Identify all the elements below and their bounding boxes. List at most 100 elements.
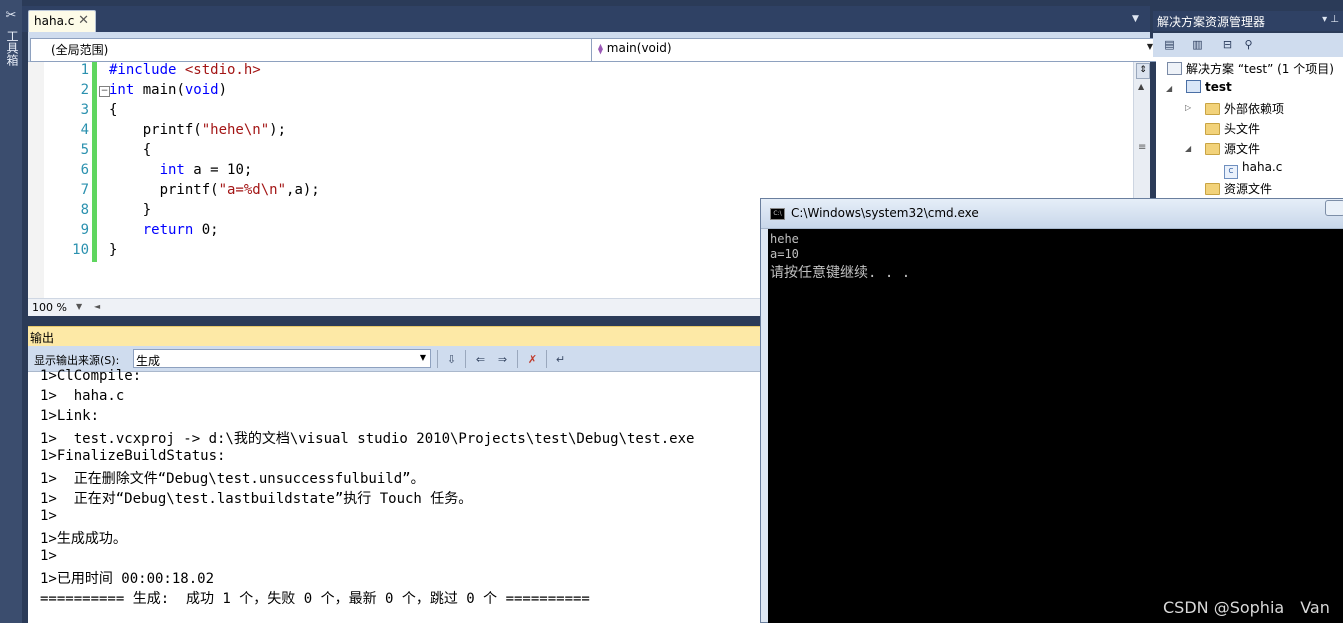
tree-item-haha-c[interactable]: Chaha.c bbox=[1224, 160, 1282, 179]
tree-item-resource-files[interactable]: 资源文件 bbox=[1205, 180, 1272, 197]
console-title: C:\Windows\system32\cmd.exe bbox=[791, 206, 979, 220]
line-number: 9 bbox=[80, 222, 89, 238]
output-panel-title[interactable]: 输出 bbox=[28, 326, 768, 346]
scroll-left-icon[interactable]: ◄ bbox=[94, 302, 100, 311]
output-source-select[interactable]: 生成 ▼ bbox=[133, 349, 431, 368]
code-line[interactable]: printf("a=%d\n",a); bbox=[109, 182, 320, 198]
go-to-location-icon[interactable]: ⇩ bbox=[443, 351, 460, 368]
toolbox-strip[interactable]: ✂ 工具箱 bbox=[0, 0, 22, 623]
tree-label: 源文件 bbox=[1224, 142, 1261, 156]
code-token: printf( bbox=[109, 122, 202, 138]
expand-arrow-icon[interactable]: ◢ bbox=[1166, 84, 1172, 93]
zoom-level[interactable]: 100 % bbox=[32, 301, 67, 314]
class-diagram-icon[interactable]: ⚲ bbox=[1240, 37, 1257, 53]
folder-icon bbox=[1205, 123, 1220, 135]
scroll-thumb-grip-icon[interactable]: ≡ bbox=[1138, 142, 1146, 153]
output-line: 1> test.vcxproj -> d:\我的文档\visual studio… bbox=[40, 431, 695, 447]
code-token: "hehe\n" bbox=[201, 122, 270, 138]
solution-explorer-title-text: 解决方案资源管理器 bbox=[1157, 15, 1266, 29]
collapse-arrow-icon[interactable]: ▷ bbox=[1185, 103, 1191, 112]
next-message-icon[interactable]: ⇒ bbox=[494, 351, 511, 368]
properties-icon[interactable]: ▥ bbox=[1189, 37, 1206, 53]
tree-label: 资源文件 bbox=[1224, 182, 1273, 196]
document-tab-bar bbox=[22, 6, 1150, 32]
code-token: void bbox=[184, 82, 219, 98]
tree-item-header-files[interactable]: 头文件 bbox=[1205, 120, 1260, 137]
output-line: 1>已用时间 00:00:18.02 bbox=[40, 571, 215, 587]
console-output-area[interactable] bbox=[768, 229, 1343, 623]
split-handle-icon[interactable]: ⇕ bbox=[1136, 63, 1150, 79]
minimize-button[interactable] bbox=[1325, 200, 1343, 216]
zoom-dropdown-icon[interactable]: ▼ bbox=[76, 302, 82, 311]
solution-icon bbox=[1167, 62, 1182, 75]
tab-label: haha.c bbox=[34, 14, 75, 28]
tree-label: test bbox=[1205, 80, 1232, 94]
tree-item-source-files[interactable]: 源文件 bbox=[1205, 140, 1260, 157]
word-wrap-icon[interactable]: ↵ bbox=[552, 351, 569, 368]
tab-dropdown-icon[interactable]: ▼ bbox=[1132, 14, 1139, 24]
output-source-value: 生成 bbox=[136, 354, 161, 368]
toolbox-label[interactable]: 工具箱 bbox=[4, 30, 19, 66]
tree-item-project[interactable]: test bbox=[1186, 80, 1232, 94]
code-line[interactable]: } bbox=[109, 242, 117, 258]
code-line[interactable]: int main(void) bbox=[109, 82, 227, 98]
change-tracking-bar bbox=[92, 62, 97, 262]
close-icon[interactable]: ✕ bbox=[78, 13, 89, 28]
function-dropdown[interactable]: ⧫ main(void) ▼ bbox=[591, 38, 1158, 62]
pin-icon[interactable]: ▾ ⊥ bbox=[1322, 14, 1339, 25]
function-dropdown-value: main(void) bbox=[606, 41, 672, 55]
output-line: 1> 正在对“Debug\test.lastbuildstate”执行 Touc… bbox=[40, 491, 473, 507]
tree-label: haha.c bbox=[1242, 160, 1283, 174]
output-source-label: 显示输出来源(S): bbox=[34, 354, 120, 367]
code-token: } bbox=[109, 202, 152, 218]
code-token: } bbox=[109, 242, 118, 258]
code-line[interactable]: return 0; bbox=[109, 222, 219, 238]
line-number: 3 bbox=[80, 102, 89, 118]
console-app-icon[interactable]: C:\ bbox=[770, 208, 785, 220]
code-token: ); bbox=[269, 122, 287, 138]
code-line[interactable]: { bbox=[109, 142, 151, 158]
tree-item-external-dependencies[interactable]: 外部依赖项 bbox=[1205, 100, 1284, 117]
code-token: 0; bbox=[193, 222, 219, 238]
code-line[interactable]: #include <stdio.h> bbox=[109, 62, 261, 78]
output-line: 1>ClCompile: bbox=[40, 368, 142, 384]
scroll-up-icon[interactable]: ▲ bbox=[1138, 82, 1144, 91]
toolbox-icon[interactable]: ✂ bbox=[3, 8, 19, 24]
line-number: 1 bbox=[80, 62, 89, 78]
previous-message-icon[interactable]: ⇐ bbox=[472, 351, 489, 368]
view-code-icon[interactable]: ⊟ bbox=[1219, 37, 1236, 53]
code-token: main( bbox=[134, 82, 185, 98]
expand-arrow-icon[interactable]: ◢ bbox=[1185, 144, 1191, 153]
line-number: 10 bbox=[72, 242, 89, 258]
code-line[interactable]: int a = 10; bbox=[109, 162, 253, 178]
code-line[interactable]: { bbox=[109, 102, 117, 118]
code-token: printf( bbox=[109, 182, 219, 198]
solution-explorer-title[interactable]: 解决方案资源管理器 ▾ ⊥ bbox=[1153, 11, 1343, 31]
chevron-down-icon: ▼ bbox=[419, 353, 426, 362]
line-number: 6 bbox=[80, 162, 89, 178]
code-line[interactable]: printf("hehe\n"); bbox=[109, 122, 286, 138]
output-line: 1> 正在删除文件“Debug\test.unsuccessfulbuild”。 bbox=[40, 471, 425, 487]
tab-haha-c[interactable]: haha.c ✕ bbox=[28, 10, 96, 32]
clear-all-icon[interactable]: ✗ bbox=[524, 351, 541, 368]
scope-dropdown[interactable]: (全局范围) ▼ bbox=[30, 38, 610, 62]
code-token: "a=%d\n" bbox=[218, 182, 287, 198]
code-token: { bbox=[109, 142, 152, 158]
code-line[interactable]: } bbox=[109, 202, 151, 218]
scope-dropdown-value: (全局范围) bbox=[51, 43, 109, 57]
c-source-file-icon: C bbox=[1224, 165, 1238, 179]
toolbar-separator bbox=[465, 350, 466, 368]
show-all-files-icon[interactable]: ▤ bbox=[1161, 37, 1178, 53]
toolbar-separator bbox=[437, 350, 438, 368]
line-number: 5 bbox=[80, 142, 89, 158]
tree-label: 外部依赖项 bbox=[1224, 102, 1285, 116]
tree-label: 解决方案 “test” (1 个项目) bbox=[1186, 62, 1334, 76]
console-line: a=10 bbox=[770, 247, 799, 261]
watermark: CSDN @Sophia Van bbox=[1163, 598, 1330, 617]
tree-item-solution[interactable]: 解决方案 “test” (1 个项目) bbox=[1167, 60, 1334, 77]
line-number: 2 bbox=[80, 82, 89, 98]
output-line: 1> haha.c bbox=[40, 388, 125, 404]
toolbar-separator bbox=[517, 350, 518, 368]
